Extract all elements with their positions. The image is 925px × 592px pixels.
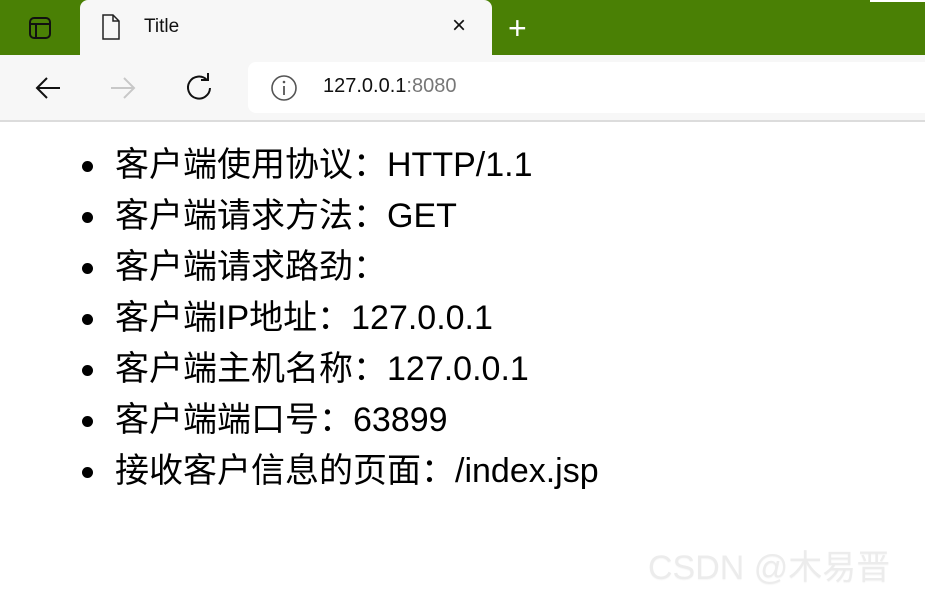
list-item: 客户端端口号：63899: [82, 395, 599, 446]
refresh-icon[interactable]: [183, 72, 215, 104]
list-item: 客户端使用协议：HTTP/1.1: [82, 140, 599, 191]
new-tab-button[interactable]: +: [508, 12, 527, 44]
request-info-list: 客户端使用协议：HTTP/1.1 客户端请求方法：GET 客户端请求路劲： 客户…: [0, 140, 599, 497]
info-icon[interactable]: [270, 74, 298, 102]
forward-icon[interactable]: [107, 72, 139, 104]
tab-strip: Title × +: [0, 0, 925, 55]
tab-actions-icon: [29, 17, 51, 39]
tab-title: Title: [144, 16, 180, 37]
toolbar: 127.0.0.1:8080: [0, 55, 925, 122]
list-item: 客户端IP地址：127.0.0.1: [82, 293, 599, 344]
url-port: :8080: [406, 75, 457, 97]
list-item: 客户端请求方法：GET: [82, 191, 599, 242]
url-host: 127.0.0.1: [323, 75, 407, 97]
address-bar[interactable]: 127.0.0.1:8080: [248, 62, 925, 113]
tab-actions-button[interactable]: [16, 14, 64, 42]
back-icon[interactable]: [32, 72, 64, 104]
list-item: 客户端主机名称：127.0.0.1: [82, 344, 599, 395]
url-text: 127.0.0.1:8080: [323, 75, 456, 98]
tab-close-button[interactable]: ×: [452, 14, 466, 38]
tab-strip-edge: [870, 0, 925, 2]
document-icon: [102, 14, 120, 40]
tab-active[interactable]: Title ×: [80, 0, 492, 55]
list-item: 接收客户信息的页面：/index.jsp: [82, 446, 599, 497]
watermark: CSDN @木易晋: [648, 549, 891, 587]
list-item: 客户端请求路劲：: [82, 242, 599, 293]
